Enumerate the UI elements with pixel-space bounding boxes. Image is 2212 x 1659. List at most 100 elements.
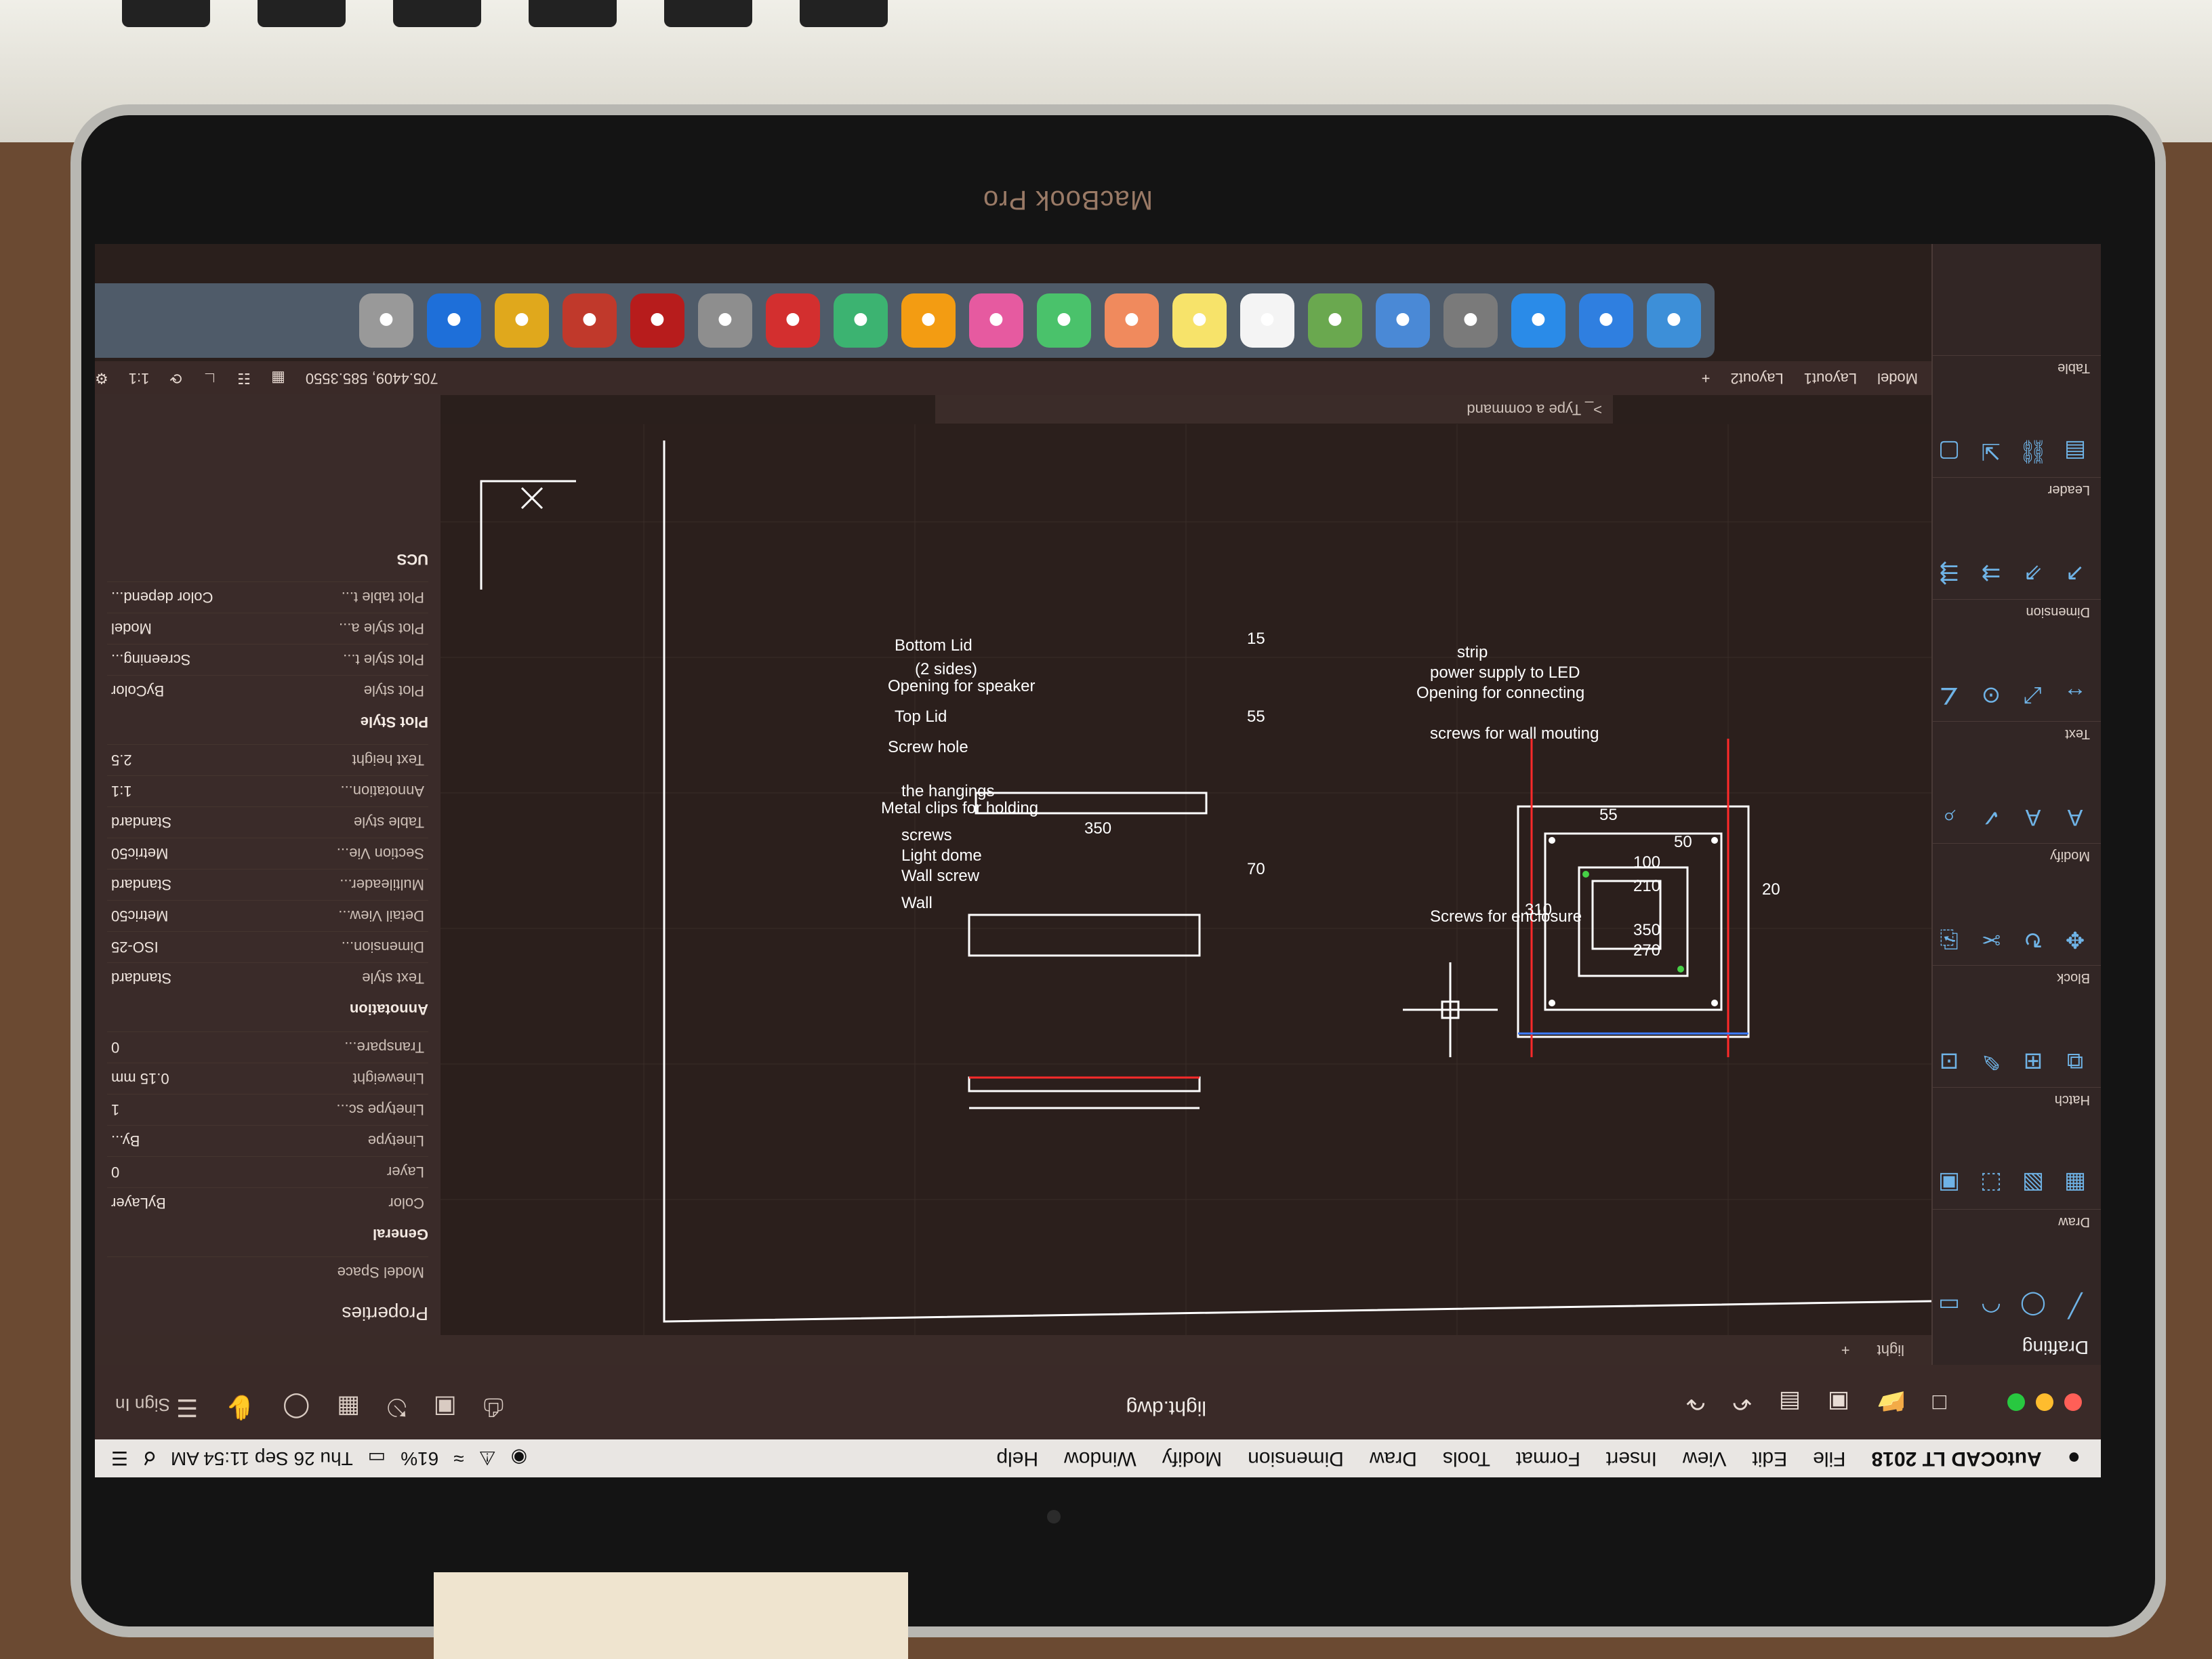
- spotlight-icon[interactable]: ☌: [143, 1448, 156, 1470]
- property-row[interactable]: Text height 2.5: [107, 744, 428, 775]
- plot-style-heading[interactable]: Plot Style: [107, 713, 428, 731]
- property-value[interactable]: ByColor: [111, 682, 164, 700]
- layers-icon[interactable]: ▦: [337, 1393, 360, 1422]
- property-row[interactable]: Linetype sc... 1: [107, 1094, 428, 1125]
- rectangle-icon[interactable]: ▭: [1931, 1288, 1967, 1323]
- notes-icon[interactable]: ●: [1172, 293, 1227, 348]
- properties-icon[interactable]: ☰: [176, 1393, 198, 1422]
- menu-help[interactable]: Help: [996, 1447, 1038, 1470]
- property-value[interactable]: Screening...: [111, 651, 190, 669]
- battery-label[interactable]: 61%: [401, 1448, 438, 1469]
- line-icon[interactable]: ╱: [2057, 1288, 2093, 1323]
- menu-window[interactable]: Window: [1064, 1447, 1136, 1470]
- safari-icon[interactable]: ●: [1511, 293, 1565, 348]
- finder-icon[interactable]: ●: [1647, 293, 1701, 348]
- property-row[interactable]: Plot table t... Color depend...: [107, 581, 428, 613]
- add-layout-icon[interactable]: +: [1702, 369, 1711, 387]
- property-value[interactable]: Color depend...: [111, 589, 213, 607]
- menu-modify[interactable]: Modify: [1162, 1447, 1222, 1470]
- property-row[interactable]: Multileader... Standard: [107, 869, 428, 900]
- property-value[interactable]: ISO-25: [111, 939, 159, 956]
- data-link-icon[interactable]: ⛓: [2015, 434, 2051, 469]
- property-row[interactable]: Table style Standard: [107, 806, 428, 838]
- property-row[interactable]: Color ByLayer: [107, 1187, 428, 1218]
- angular-dim-icon[interactable]: ∠: [1931, 678, 1967, 713]
- command-input[interactable]: Type a command: [1467, 401, 1581, 418]
- lasso-icon[interactable]: ◯: [283, 1393, 310, 1422]
- align-leader-icon[interactable]: ⇉: [1973, 556, 2009, 591]
- create-block-icon[interactable]: ⊞: [2015, 1044, 2051, 1079]
- acrobat-icon[interactable]: ●: [766, 293, 820, 348]
- property-row[interactable]: Layer 0: [107, 1156, 428, 1187]
- ucs-heading[interactable]: UCS: [107, 550, 428, 568]
- minimize-button[interactable]: [2036, 1393, 2053, 1411]
- apple-icon[interactable]: ●: [2068, 1446, 2081, 1471]
- maps-icon[interactable]: ●: [1308, 293, 1362, 348]
- tab-layout2[interactable]: Layout2: [1730, 369, 1783, 387]
- redo-icon[interactable]: ↷: [1686, 1389, 1706, 1416]
- property-row[interactable]: Transpare... 0: [107, 1031, 428, 1063]
- hand-icon[interactable]: ✋: [225, 1393, 255, 1422]
- file-tab-light[interactable]: light: [1877, 1341, 1904, 1359]
- property-row[interactable]: Plot style ByColor: [107, 675, 428, 706]
- ortho-toggle-icon[interactable]: ∟: [203, 369, 218, 387]
- settings-icon[interactable]: ●: [698, 293, 752, 348]
- menu-format[interactable]: Format: [1516, 1447, 1580, 1470]
- property-value[interactable]: By...: [111, 1132, 140, 1150]
- copy-icon[interactable]: ⎘: [1931, 922, 1967, 957]
- multileader-icon[interactable]: ⇗: [2015, 556, 2051, 591]
- drawing-canvas[interactable]: Bottom Lid Opening for speaker (2 sides)…: [441, 424, 1931, 1335]
- workspace-selector[interactable]: Drafting: [1933, 1331, 2101, 1365]
- property-row[interactable]: Linetype By...: [107, 1125, 428, 1156]
- saveas-icon[interactable]: ▤: [1779, 1389, 1801, 1416]
- teamviewer-icon[interactable]: ●: [427, 293, 481, 348]
- sign-in-link[interactable]: Sign In: [115, 1394, 170, 1415]
- property-value[interactable]: Standard: [111, 814, 171, 832]
- property-value[interactable]: 0: [111, 1039, 119, 1057]
- annotation-scale[interactable]: 1:1: [129, 369, 150, 387]
- clock[interactable]: Thu 26 Sep 11:54 AM: [171, 1448, 353, 1469]
- warning-icon[interactable]: ⚠: [479, 1448, 496, 1470]
- property-value[interactable]: 0: [111, 1164, 119, 1181]
- collect-leader-icon[interactable]: ⇶: [1931, 556, 1967, 591]
- menu-dimension[interactable]: Dimension: [1248, 1447, 1344, 1470]
- open-icon[interactable]: 📂: [1877, 1389, 1905, 1416]
- ribbon-group-label[interactable]: Text: [2065, 726, 2090, 741]
- chrome-icon[interactable]: ●: [495, 293, 549, 348]
- move-icon[interactable]: ✥: [2057, 922, 2093, 957]
- facetime-icon[interactable]: ●: [834, 293, 888, 348]
- itunes-icon[interactable]: ●: [969, 293, 1023, 348]
- property-row[interactable]: Text style Standard: [107, 962, 428, 994]
- snap-toggle-icon[interactable]: ☷: [237, 369, 251, 387]
- region-icon[interactable]: ▣: [1931, 1166, 1967, 1201]
- spell-icon[interactable]: ✓: [1973, 800, 2009, 835]
- trash-icon[interactable]: ●: [359, 293, 413, 348]
- print-icon[interactable]: ⎙: [484, 1393, 504, 1422]
- property-row[interactable]: Lineweight 0.15 mm: [107, 1063, 428, 1094]
- notification-icon[interactable]: ☰: [111, 1448, 128, 1470]
- field-icon[interactable]: ▢: [1931, 434, 1967, 469]
- launchpad-icon[interactable]: ●: [1443, 293, 1498, 348]
- boundary-icon[interactable]: ⬚: [1973, 1166, 2009, 1201]
- share-icon[interactable]: ⎋: [387, 1393, 406, 1422]
- edit-block-icon[interactable]: ✎: [1973, 1044, 2009, 1079]
- close-button[interactable]: [2064, 1393, 2082, 1411]
- wifi-icon[interactable]: ≈: [453, 1448, 464, 1469]
- property-value[interactable]: Model: [111, 620, 152, 638]
- appstore-icon[interactable]: ●: [1579, 293, 1633, 348]
- grid-toggle-icon[interactable]: ▦: [271, 369, 285, 387]
- ibooks-icon[interactable]: ●: [901, 293, 956, 348]
- ribbon-group-label[interactable]: Modify: [2050, 848, 2090, 863]
- general-heading[interactable]: General: [107, 1225, 428, 1243]
- tab-layout1[interactable]: Layout1: [1804, 369, 1857, 387]
- ribbon-group-label[interactable]: Leader: [2048, 482, 2090, 497]
- insert-block-icon[interactable]: ⧉: [2057, 1044, 2093, 1079]
- menu-tools[interactable]: Tools: [1443, 1447, 1490, 1470]
- find-icon[interactable]: ⌕: [1931, 800, 1967, 835]
- ribbon-group-label[interactable]: Block: [2057, 970, 2090, 985]
- annotation-heading[interactable]: Annotation: [107, 1000, 428, 1018]
- arc-icon[interactable]: ◠: [1973, 1288, 2009, 1323]
- property-value[interactable]: 1:1: [111, 783, 132, 800]
- zoom-button[interactable]: [2007, 1393, 2025, 1411]
- add-tab-icon[interactable]: +: [1841, 1341, 1850, 1359]
